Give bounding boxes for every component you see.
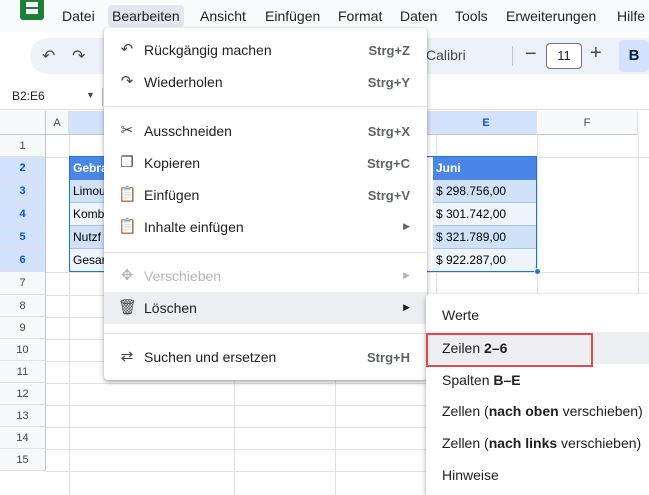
menu-item-label: Rückgängig machen [144, 42, 272, 58]
table-cell[interactable]: $ 301.742,00 [433, 203, 537, 226]
menu-item-paste-special[interactable]: 📋 Inhalte einfügen ▶ [104, 211, 427, 243]
toolbar-divider [512, 46, 513, 66]
menu-divider [104, 333, 427, 334]
menu-file[interactable]: Datei [58, 5, 99, 27]
row-header[interactable]: 15 [0, 449, 46, 471]
row-header[interactable]: 9 [0, 317, 46, 339]
undo-icon: ↶ [120, 41, 134, 58]
undo-icon[interactable]: ↶ [42, 46, 55, 66]
increase-font-size-icon[interactable]: + [590, 42, 602, 65]
menu-data[interactable]: Daten [396, 5, 441, 27]
row-header[interactable]: 1 [0, 135, 46, 157]
namebox-divider [102, 88, 103, 106]
submenu-arrow-icon: ▶ [403, 270, 410, 280]
row-header[interactable]: 5 [0, 226, 46, 249]
menu-item-shortcut: Strg+C [367, 156, 410, 171]
row-header[interactable]: 4 [0, 203, 46, 226]
fill-handle[interactable] [534, 268, 541, 275]
row-header[interactable]: 2 [0, 157, 46, 180]
menu-item-copy[interactable]: ❐ Kopieren Strg+C [104, 147, 427, 179]
move-icon: ✥ [120, 267, 134, 284]
menu-item-label: Verschieben [144, 268, 222, 284]
menu-item-redo[interactable]: ↷ Wiederholen Strg+Y [104, 66, 427, 98]
redo-icon: ↷ [120, 73, 134, 90]
menu-item-shortcut: Strg+V [367, 188, 410, 203]
row-header[interactable]: 13 [0, 405, 46, 427]
menu-item-label: Inhalte einfügen [144, 219, 244, 235]
select-all-corner[interactable] [0, 111, 46, 135]
scissors-icon: ✂ [120, 122, 134, 139]
trash-icon: 🗑 [118, 299, 138, 316]
row-header[interactable]: 12 [0, 383, 46, 405]
submenu-item-delete-cells-shift-left[interactable]: Zellen (nach links verschieben) [426, 427, 649, 459]
menu-format[interactable]: Format [334, 5, 386, 27]
row-header[interactable]: 14 [0, 427, 46, 449]
column-header-e[interactable]: E [436, 111, 537, 135]
menu-item-label: Wiederholen [144, 74, 223, 90]
find-replace-icon: ⇄ [120, 348, 134, 365]
edit-menu-dropdown: ↶ Rückgängig machen Strg+Z ↷ Wiederholen… [104, 28, 427, 380]
table-cell[interactable]: $ 321.789,00 [433, 226, 537, 249]
row-header[interactable]: 7 [0, 272, 46, 295]
table-cell[interactable]: $ 298.756,00 [433, 180, 537, 203]
menu-item-find-replace[interactable]: ⇄ Suchen und ersetzen Strg+H [104, 341, 427, 373]
row-header[interactable]: 6 [0, 249, 46, 272]
redo-icon[interactable]: ↷ [72, 46, 85, 66]
row-header[interactable]: 10 [0, 339, 46, 361]
menu-item-undo[interactable]: ↶ Rückgängig machen Strg+Z [104, 34, 427, 66]
column-header-a[interactable]: A [46, 111, 69, 135]
menu-view[interactable]: Ansicht [196, 5, 250, 27]
menu-item-label: Suchen und ersetzen [144, 349, 277, 365]
menu-item-paste[interactable]: 📋 Einfügen Strg+V [104, 179, 427, 211]
table-header-cell[interactable]: Juni [433, 157, 537, 180]
clipboard-icon: 📋 [118, 186, 137, 203]
table-cell[interactable]: $ 922.287,00 [433, 249, 537, 272]
menu-extensions[interactable]: Erweiterungen [502, 5, 600, 27]
menu-insert[interactable]: Einfügen [261, 5, 324, 27]
paste-special-icon: 📋 [118, 218, 137, 235]
submenu-item-label: Spalten B–E [442, 372, 521, 388]
menu-item-label: Einfügen [144, 187, 200, 203]
submenu-item-delete-rows[interactable]: Zeilen 2–6 [426, 332, 649, 364]
menu-item-cut[interactable]: ✂ Ausschneiden Strg+X [104, 115, 427, 147]
menu-item-move: ✥ Verschieben ▶ [104, 260, 427, 292]
font-family-select[interactable]: Calibri [426, 47, 466, 63]
submenu-item-label: Zellen (nach links verschieben) [442, 435, 642, 451]
submenu-item-notes[interactable]: Hinweise [426, 459, 649, 491]
chevron-down-icon[interactable]: ▼ [86, 90, 95, 100]
copy-icon: ❐ [120, 154, 134, 171]
font-size-input[interactable]: 11 [546, 43, 582, 69]
submenu-arrow-icon: ▶ [403, 302, 410, 312]
submenu-item-values[interactable]: Werte [426, 299, 649, 331]
submenu-item-label: Werte [442, 307, 480, 323]
row-header[interactable]: 11 [0, 361, 46, 383]
row-header[interactable]: 3 [0, 180, 46, 203]
menu-tools[interactable]: Tools [451, 5, 492, 27]
delete-submenu: Werte Zeilen 2–6 Spalten B–E Zellen (nac… [426, 294, 649, 495]
submenu-item-delete-columns[interactable]: Spalten B–E [426, 364, 649, 396]
submenu-item-label: Zeilen 2–6 [442, 340, 508, 356]
menu-item-label: Kopieren [144, 155, 201, 171]
menu-item-label: Ausschneiden [144, 123, 232, 139]
decrease-font-size-icon[interactable]: − [525, 43, 537, 66]
name-box[interactable]: B2:E6 [12, 89, 45, 103]
menu-item-shortcut: Strg+Z [368, 43, 410, 58]
submenu-item-delete-cells-shift-up[interactable]: Zellen (nach oben verschieben) [426, 395, 649, 427]
menu-item-label: Löschen [144, 300, 197, 316]
menu-help[interactable]: Hilfe [613, 5, 649, 27]
menu-item-shortcut: Strg+H [367, 350, 410, 365]
bold-button[interactable]: B [619, 40, 649, 72]
submenu-arrow-icon: ▶ [403, 221, 410, 231]
menu-edit[interactable]: Bearbeiten [108, 5, 184, 27]
menu-divider [104, 106, 427, 107]
menu-item-delete[interactable]: 🗑 Löschen ▶ [104, 292, 427, 324]
row-header[interactable]: 8 [0, 295, 46, 317]
menu-item-shortcut: Strg+X [367, 124, 410, 139]
sheets-logo-icon[interactable] [20, 0, 44, 20]
submenu-item-label: Hinweise [442, 467, 499, 483]
menu-item-shortcut: Strg+Y [367, 75, 410, 90]
submenu-item-label: Zellen (nach oben verschieben) [442, 403, 643, 419]
column-header-f[interactable]: F [537, 111, 638, 135]
menu-divider [104, 252, 427, 253]
